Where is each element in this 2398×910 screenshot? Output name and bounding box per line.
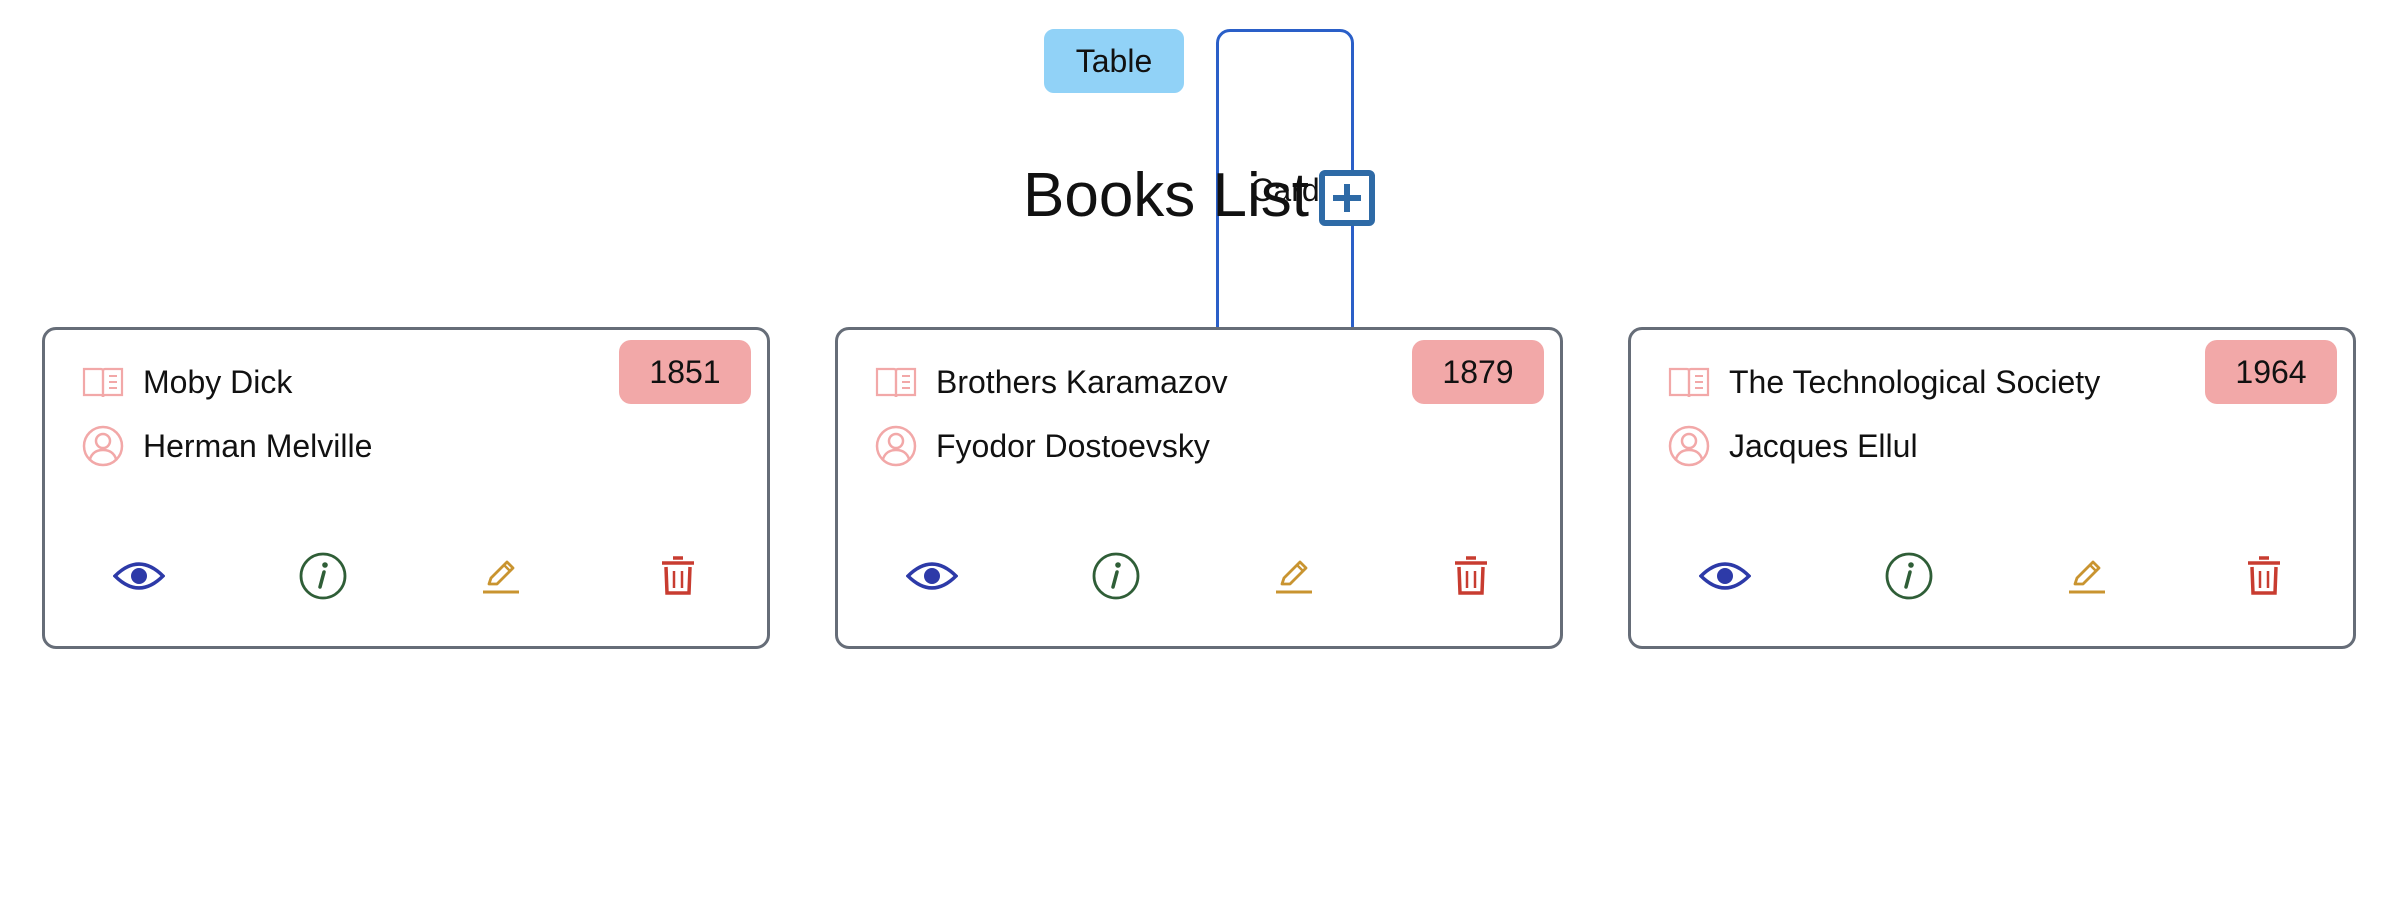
book-card: 1879 Brothers Karamazov Fyodor Dostoevsk… [835,327,1563,649]
year-badge: 1964 [2205,340,2337,404]
table-view-button[interactable]: Table [1044,29,1184,93]
pencil-icon [1276,560,1312,594]
book-icon [875,367,917,398]
info-icon [1885,552,1933,600]
eye-icon [1699,562,1751,590]
delete-button[interactable] [1443,548,1499,604]
pencil-icon [2069,560,2105,594]
page-header: Books List [0,158,2398,234]
book-title-row: Brothers Karamazov [874,360,1228,404]
card-actions [1631,548,2353,604]
book-icon [1668,367,1710,398]
book-author-row: Herman Melville [81,424,372,468]
eye-icon [113,562,165,590]
delete-button[interactable] [650,548,706,604]
card-actions [45,548,767,604]
info-icon [299,552,347,600]
book-author-row: Fyodor Dostoevsky [874,424,1210,468]
book-card-list: 1851 Moby Dick Herman Melville 1879 Brot… [42,327,2356,649]
trash-icon [1455,556,1487,595]
user-circle-icon [82,425,124,467]
year-badge: 1879 [1412,340,1544,404]
delete-button[interactable] [2236,548,2292,604]
user-circle-icon [875,425,917,467]
book-author: Herman Melville [143,427,373,464]
info-button[interactable] [1088,548,1144,604]
eye-icon [906,562,958,590]
book-icon [82,367,124,398]
info-button[interactable] [1881,548,1937,604]
user-circle-icon [1668,425,1710,467]
book-title: The Technological Society [1729,363,2101,400]
year-badge: 1851 [619,340,751,404]
book-card: 1851 Moby Dick Herman Melville [42,327,770,649]
view-button[interactable] [904,548,960,604]
page-title: Books List [1022,161,1310,230]
book-author: Fyodor Dostoevsky [936,427,1210,464]
trash-icon [662,556,694,595]
book-title-row: Moby Dick [81,360,292,404]
pencil-icon [483,560,519,594]
view-button[interactable] [111,548,167,604]
plus-square-icon [1319,170,1376,226]
info-button[interactable] [295,548,351,604]
add-book-button[interactable] [1319,170,1376,226]
book-author-row: Jacques Ellul [1667,424,1918,468]
book-card: 1964 The Technological Society Jacques E… [1628,327,2356,649]
trash-icon [2248,556,2280,595]
book-title: Brothers Karamazov [936,363,1228,400]
info-icon [1092,552,1140,600]
book-author: Jacques Ellul [1729,427,1918,464]
edit-button[interactable] [473,548,529,604]
card-actions [838,548,1560,604]
book-title-row: The Technological Society [1667,360,2100,404]
view-button[interactable] [1697,548,1753,604]
edit-button[interactable] [1266,548,1322,604]
book-title: Moby Dick [143,363,293,400]
edit-button[interactable] [2059,548,2115,604]
